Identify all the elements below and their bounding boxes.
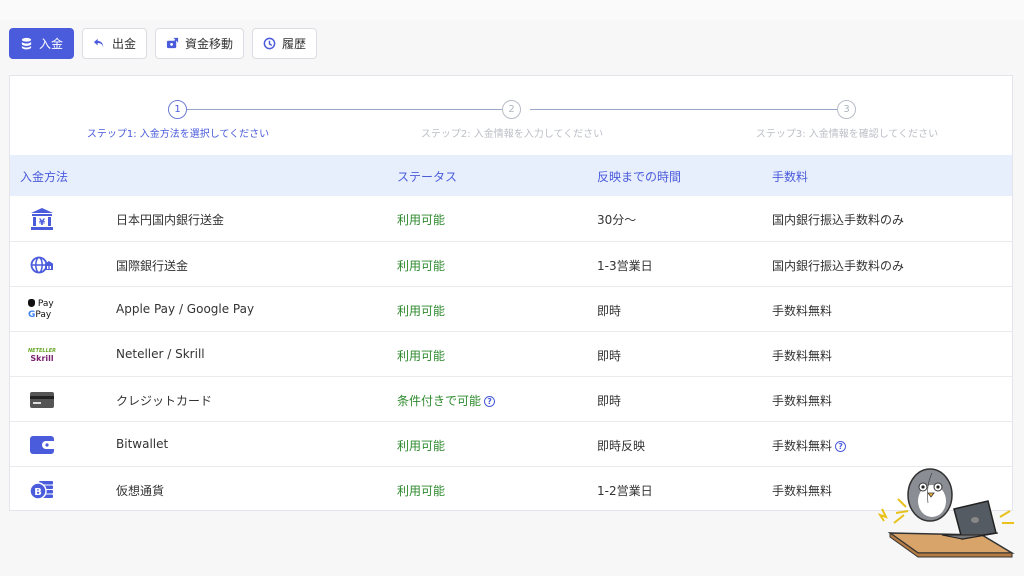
google-pay-text: Pay	[35, 310, 52, 320]
fee-text: 国内銀行振込手数料のみ	[772, 259, 905, 273]
header-time: 反映までの時間	[597, 170, 682, 184]
table-row[interactable]: ¥ 日本円国内銀行送金 利用可能 30分〜 国内銀行振込手数料のみ	[10, 196, 1012, 241]
svg-text:¥: ¥	[39, 218, 46, 228]
apple-pay-logo: Pay	[28, 299, 54, 310]
status-text: 利用可能	[397, 349, 446, 363]
tab-transfer[interactable]: 資金移動	[155, 28, 245, 59]
table-row[interactable]: Pay GPay Apple Pay / Google Pay 利用可能 即時 …	[10, 286, 1012, 331]
method-name: 日本円国内銀行送金	[116, 213, 225, 227]
status-text: 利用可能	[397, 213, 446, 227]
method-name: クレジットカード	[116, 394, 213, 408]
method-name: Neteller / Skrill	[116, 347, 205, 361]
help-icon[interactable]: ?	[484, 396, 496, 407]
top-strip	[0, 0, 1024, 20]
time-text: 即時	[597, 349, 622, 363]
fee-text: 手数料無料	[772, 439, 833, 453]
header-method: 入金方法	[20, 170, 69, 184]
status-text: 利用可能	[397, 439, 446, 453]
method-name: 国際銀行送金	[116, 259, 189, 273]
help-icon[interactable]: ?	[835, 441, 847, 452]
tab-history[interactable]: 履歴	[252, 28, 318, 59]
time-text: 即時	[597, 394, 622, 408]
header-status: ステータス	[397, 170, 458, 184]
tab-withdraw-label: 出金	[112, 37, 137, 51]
time-text: 1-3営業日	[597, 259, 653, 273]
table-row[interactable]: Bitwallet 利用可能 即時反映 手数料無料?	[10, 421, 1012, 466]
method-name: Bitwallet	[116, 437, 169, 451]
stepper: 1 2 3 ステップ1: 入金方法を選択してください ステップ2: 入金情報を入…	[10, 76, 1012, 156]
step-2-label: ステップ2: 入金情報を入力してください	[420, 129, 604, 140]
time-text: 1-2営業日	[597, 484, 653, 498]
tab-withdraw[interactable]: 出金	[82, 28, 148, 59]
bitcoin-icon: B	[28, 476, 56, 504]
method-name: 仮想通貨	[116, 484, 165, 498]
step-1-circle: 1	[168, 100, 187, 119]
deposit-card: 1 2 3 ステップ1: 入金方法を選択してください ステップ2: 入金情報を入…	[9, 75, 1013, 511]
table-header: 入金方法 ステータス 反映までの時間 手数料	[10, 155, 1012, 196]
fee-text: 手数料無料	[772, 304, 833, 318]
table-row[interactable]: NETELLER Skrill Neteller / Skrill 利用可能 即…	[10, 331, 1012, 376]
globe-bank-icon	[28, 251, 56, 279]
header-fee: 手数料	[772, 170, 809, 184]
status-text: 利用可能	[397, 304, 446, 318]
step-connector-1	[187, 109, 511, 110]
fee-text: 手数料無料	[772, 484, 833, 498]
fee-cell: 手数料無料?	[772, 437, 847, 454]
skrill-logo: Skrill	[30, 353, 54, 363]
time-text: 即時反映	[597, 439, 646, 453]
time-text: 即時	[597, 304, 622, 318]
penguin-laptop-illustration	[878, 468, 1015, 558]
tab-deposit[interactable]: 入金	[9, 28, 75, 59]
apple-logo-icon	[28, 299, 35, 307]
status-text: 条件付きで可能	[397, 394, 482, 408]
neteller-skrill-icon: NETELLER Skrill	[28, 341, 56, 369]
step-connector-2	[530, 109, 846, 110]
status-text: 利用可能	[397, 259, 446, 273]
database-icon	[21, 37, 32, 50]
fee-text: 手数料無料	[772, 349, 833, 363]
bank-yen-icon: ¥	[28, 205, 56, 233]
status-text: 利用可能	[397, 484, 446, 498]
step-3-label: ステップ3: 入金情報を確認してください	[755, 129, 939, 140]
time-text: 30分〜	[597, 213, 637, 227]
google-pay-logo: GPay	[28, 310, 51, 321]
apple-google-pay-icon: Pay GPay	[28, 296, 56, 324]
step-2-circle: 2	[502, 100, 521, 119]
undo-arrow-icon	[93, 38, 104, 48]
tab-deposit-label: 入金	[39, 37, 64, 51]
table-row[interactable]: 国際銀行送金 利用可能 1-3営業日 国内銀行振込手数料のみ	[10, 241, 1012, 286]
table-row[interactable]: B 仮想通貨 利用可能 1-2営業日 手数料無料	[10, 466, 1012, 511]
step-3-circle: 3	[837, 100, 856, 119]
tab-transfer-label: 資金移動	[185, 37, 234, 51]
history-icon	[263, 37, 276, 50]
tab-history-label: 履歴	[282, 37, 307, 51]
method-name: Apple Pay / Google Pay	[116, 302, 255, 316]
table-row[interactable]: クレジットカード 条件付きで可能? 即時 手数料無料	[10, 376, 1012, 421]
wallet-icon	[28, 431, 56, 459]
step-1-label: ステップ1: 入金方法を選択してください	[86, 129, 270, 140]
svg-text:B: B	[34, 487, 42, 498]
fee-text: 国内銀行振込手数料のみ	[772, 213, 905, 227]
transfer-icon	[166, 37, 179, 49]
status-cell: 条件付きで可能?	[397, 392, 496, 409]
credit-card-icon	[28, 386, 56, 414]
fee-text: 手数料無料	[772, 394, 833, 408]
tab-bar: 入金 出金 資金移動 履歴	[9, 28, 318, 60]
apple-pay-text: Pay	[37, 299, 54, 309]
